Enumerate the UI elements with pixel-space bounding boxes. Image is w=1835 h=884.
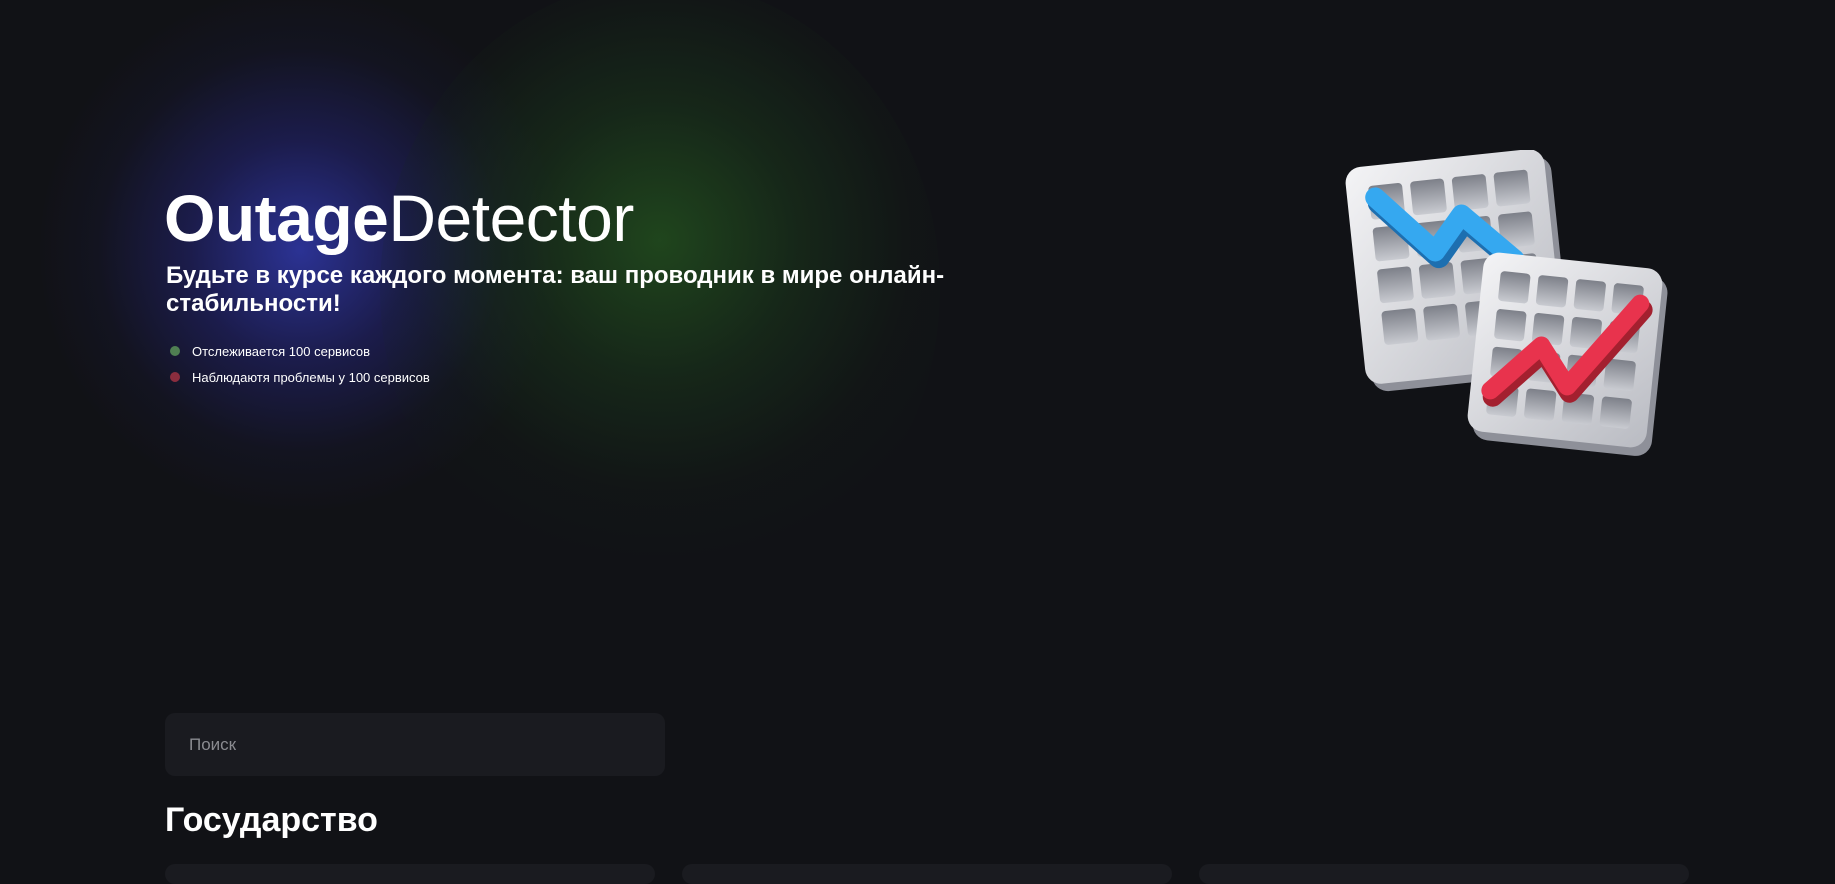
outage-charts-illustration-icon bbox=[1345, 150, 1668, 456]
brand-title: OutageDetector bbox=[164, 178, 1024, 258]
stat-monitored: Отслеживается 100 сервисов bbox=[166, 338, 1024, 364]
section-title: Государство bbox=[165, 801, 378, 839]
brand-title-bold: Outage bbox=[164, 181, 389, 255]
stats-list: Отслеживается 100 сервисов Наблюдаютя пр… bbox=[166, 338, 1024, 390]
service-card[interactable] bbox=[682, 864, 1172, 884]
stat-problems-text: Наблюдаютя проблемы у 100 сервисов bbox=[192, 369, 430, 385]
service-card[interactable] bbox=[1199, 864, 1689, 884]
hero-tagline: Будьте в курсе каждого момента: ваш пров… bbox=[166, 262, 945, 317]
stat-monitored-text: Отслеживается 100 сервисов bbox=[192, 343, 371, 359]
status-dot-red-icon bbox=[170, 372, 180, 382]
brand-title-light: Detector bbox=[388, 181, 634, 255]
stat-problems: Наблюдаютя проблемы у 100 сервисов bbox=[166, 364, 1024, 390]
search-input[interactable] bbox=[165, 713, 665, 776]
service-card[interactable] bbox=[165, 864, 655, 884]
hero-section: OutageDetector Будьте в курсе каждого мо… bbox=[164, 178, 1024, 390]
status-dot-green-icon bbox=[170, 346, 180, 356]
